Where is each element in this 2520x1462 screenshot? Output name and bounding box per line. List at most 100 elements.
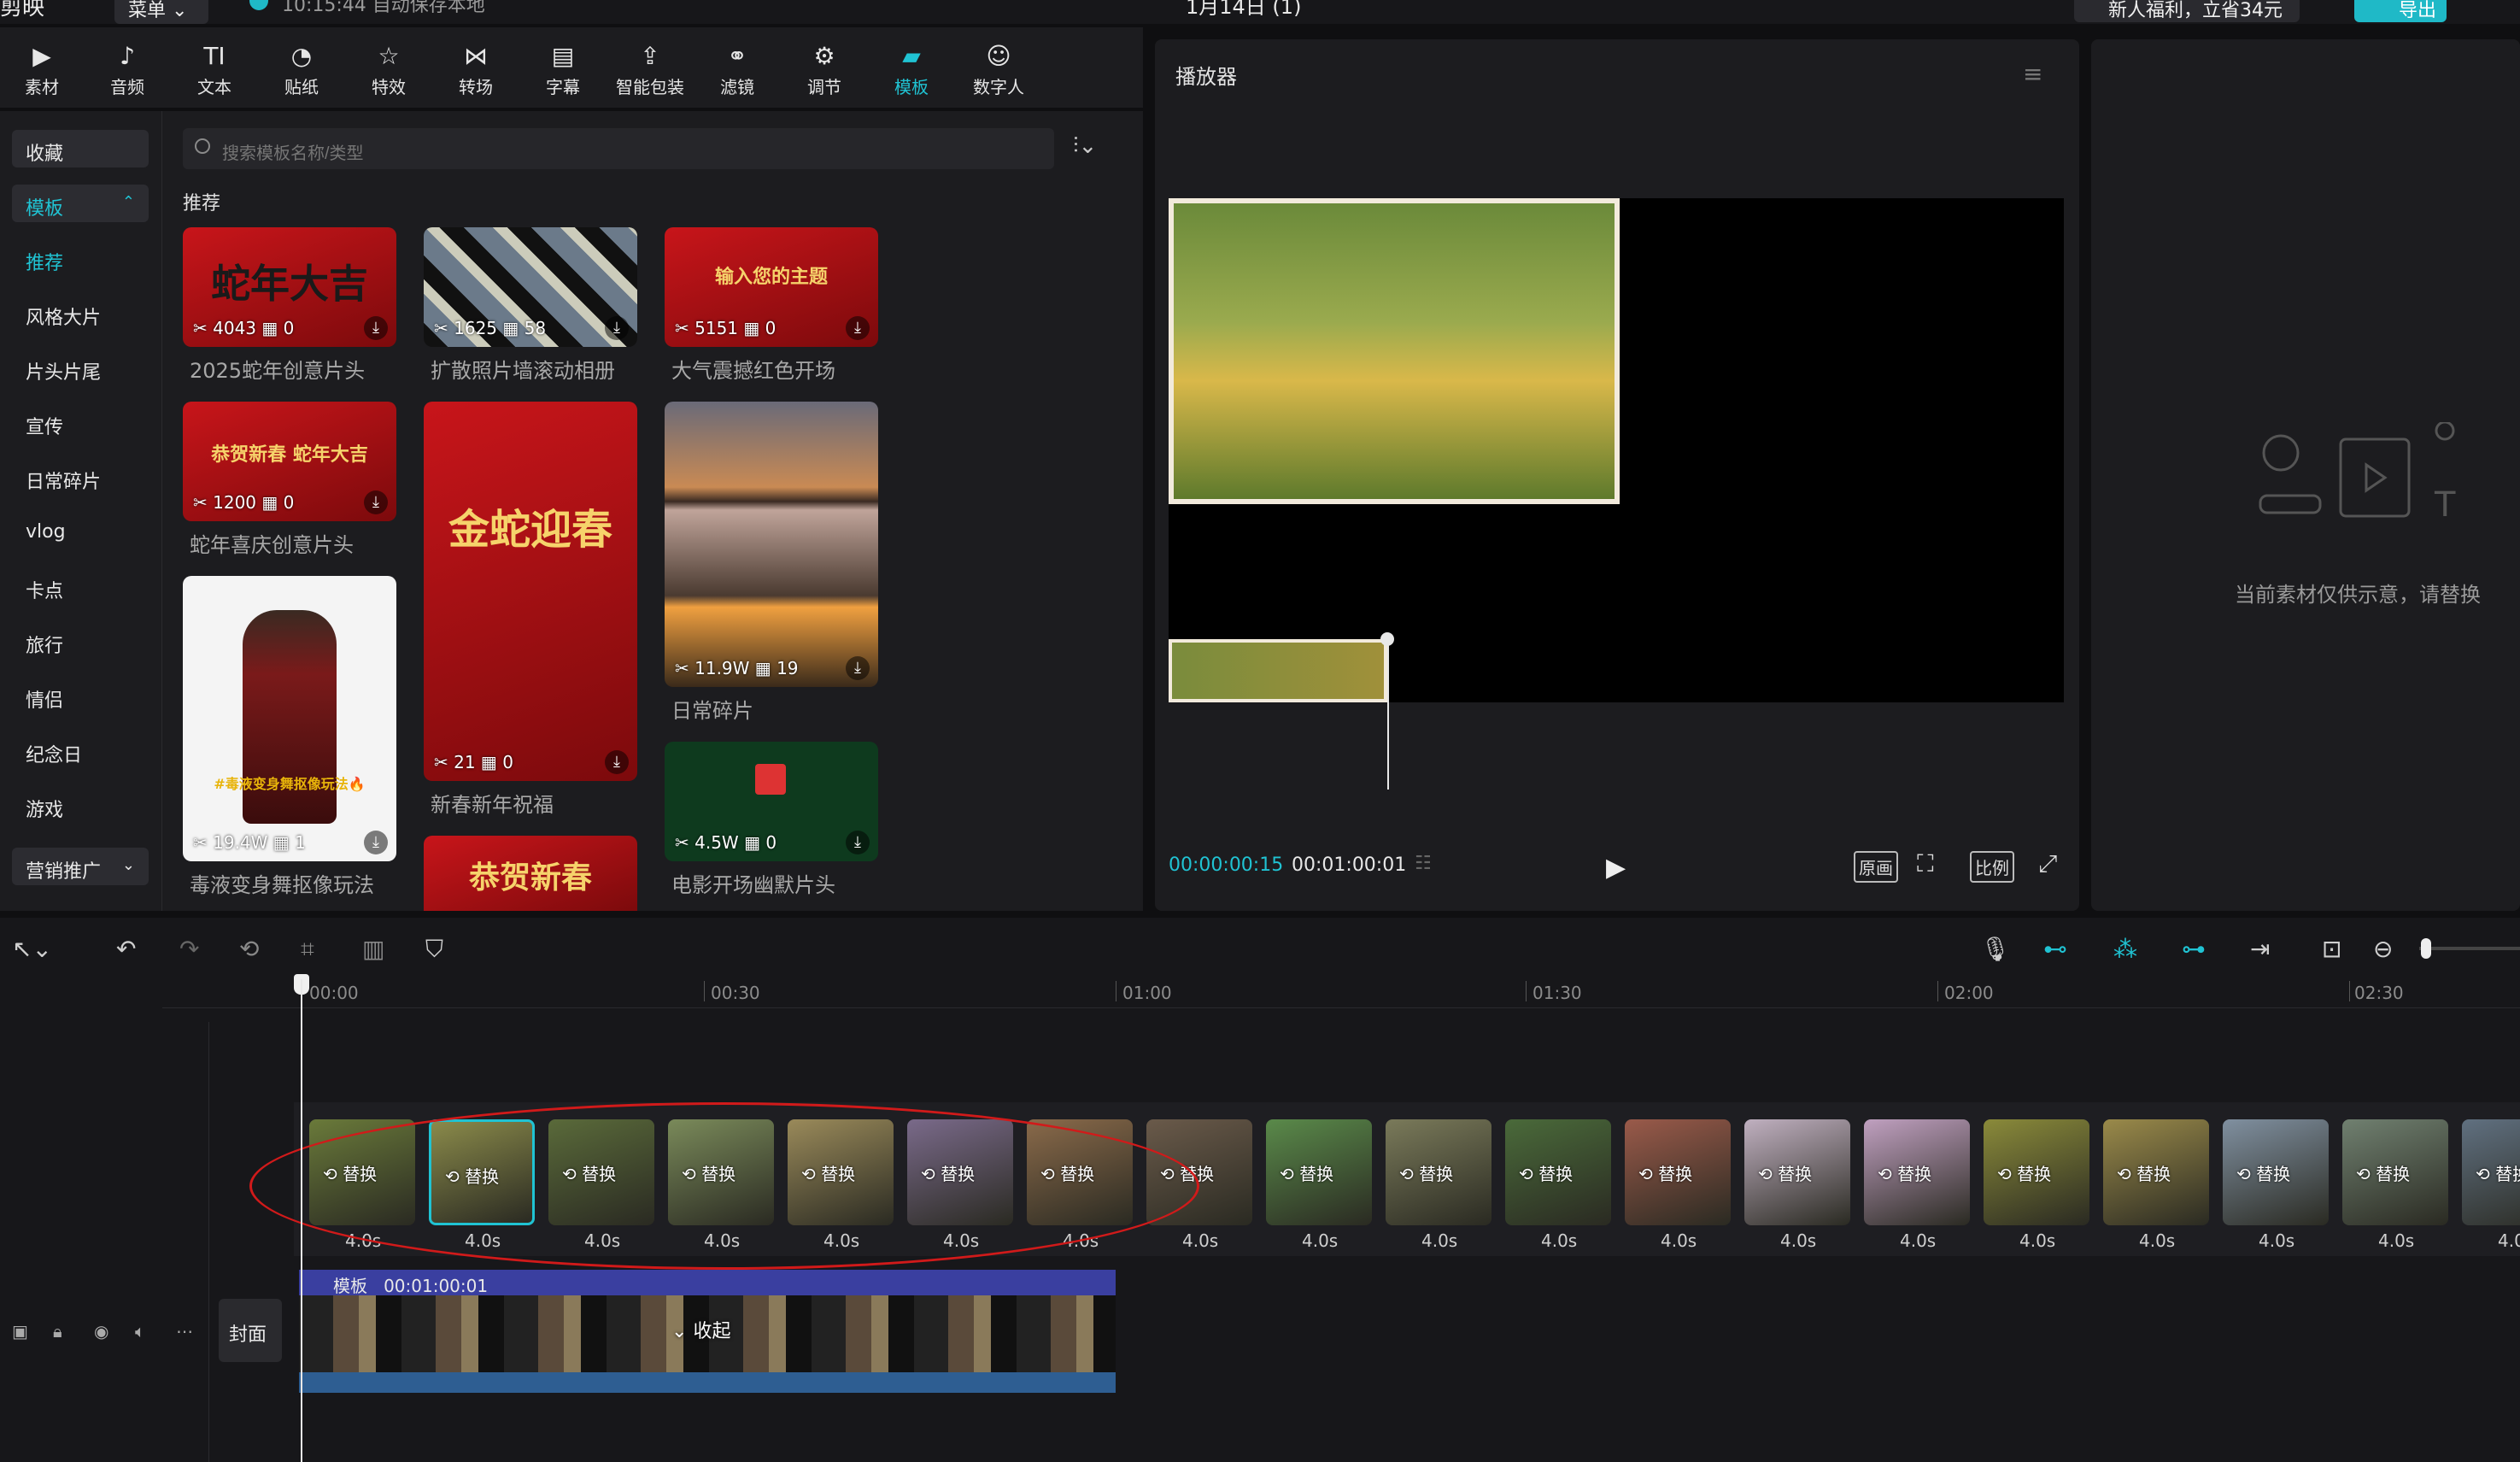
replace-clip[interactable]: ⟲ 替换 — [1984, 1119, 2089, 1225]
tool-avatar[interactable]: ☺ 数字人 — [960, 27, 1037, 108]
replace-clip[interactable]: ⟲ 替换 — [1744, 1119, 1850, 1225]
timecode-grid-icon[interactable]: ☷ — [1415, 853, 1432, 874]
replace-clip[interactable]: ⟲ 替换 — [1864, 1119, 1970, 1225]
tool-media[interactable]: ▶ 素材 — [3, 27, 80, 108]
download-icon[interactable]: ⤓ — [364, 316, 388, 340]
sidebar-templates[interactable]: 模板 ⌃ — [12, 185, 149, 222]
time-ruler[interactable] — [162, 974, 2520, 1008]
original-quality-button[interactable]: 原画 — [1854, 851, 1898, 883]
sidebar-item-anniversary[interactable]: 纪念日 — [12, 731, 149, 769]
download-icon[interactable]: ⤓ — [846, 316, 870, 340]
sidebar-item-promo[interactable]: 宣传 — [12, 403, 149, 441]
lock-icon[interactable]: 🔒︎ — [53, 1321, 62, 1342]
redo-icon[interactable]: ↷ — [179, 935, 199, 963]
undo-icon[interactable]: ↶ — [116, 935, 136, 963]
download-icon[interactable]: ⤓ — [846, 831, 870, 854]
replace-clip[interactable]: ⟲ 替换 — [1386, 1119, 1491, 1225]
select-tool-icon[interactable]: ↖⌄ — [12, 935, 52, 963]
download-icon[interactable]: ⤓ — [605, 750, 629, 774]
tool-filter[interactable]: ⚭ 滤镜 — [699, 27, 776, 108]
preview-photo-small[interactable] — [1169, 639, 1387, 702]
template-search-input[interactable] — [183, 128, 1054, 169]
download-icon[interactable]: ⤓ — [364, 490, 388, 514]
tool-sticker[interactable]: ◔ 贴纸 — [263, 27, 340, 108]
template-card[interactable]: 恭贺新春 蛇年大吉 ✂ 1200 ▦ 0 ⤓ — [183, 402, 396, 521]
zoom-out-icon[interactable]: ⊖ — [2373, 935, 2393, 963]
tool-adjust[interactable]: ⚙ 调节 — [786, 27, 863, 108]
sidebar-item-game[interactable]: 游戏 — [12, 786, 149, 824]
ratio-button[interactable]: 比例 — [1970, 851, 2014, 883]
tool-text[interactable]: TI 文本 — [176, 27, 253, 108]
track-video-icon[interactable]: ▣ — [12, 1321, 28, 1342]
replace-clip[interactable]: ⟲ 替换 — [2103, 1119, 2209, 1225]
frame-icon[interactable]: ▥ — [362, 935, 384, 963]
cover-button[interactable]: 封面 — [219, 1299, 282, 1362]
replace-clip[interactable]: ⟲ 替换 — [2462, 1119, 2520, 1225]
template-card[interactable]: 蛇年大吉 ✂ 4043 ▦ 0 ⤓ — [183, 227, 396, 347]
collapse-button[interactable]: ⌄ 收起 — [671, 1316, 730, 1343]
sidebar-item-beat[interactable]: 卡点 — [12, 567, 149, 605]
filter-sort-icon[interactable]: ⫶⌄ — [1073, 133, 1097, 160]
sidebar-item-couple[interactable]: 情侣 — [12, 677, 149, 714]
volume-icon[interactable]: 🔈︎ — [135, 1321, 145, 1342]
sidebar-marketing[interactable]: 营销推广 ⌄ — [12, 848, 149, 885]
sidebar-item-recommend[interactable]: 推荐 — [12, 239, 149, 277]
menu-button[interactable]: 菜单 ⌄ — [114, 0, 208, 24]
template-card[interactable]: ✂ 4.5W ▦ 0 ⤓ — [665, 742, 878, 861]
fullscreen-icon[interactable]: ⤢ — [2038, 849, 2057, 878]
loop-icon[interactable]: ⟲ — [239, 935, 259, 963]
download-icon[interactable]: ⤓ — [364, 831, 388, 854]
template-card[interactable]: 金蛇迎春 ✂ 21 ▦ 0 ⤓ — [424, 402, 637, 781]
sidebar-item-intro-outro[interactable]: 片头片尾 — [12, 349, 149, 386]
sidebar-item-style[interactable]: 风格大片 — [12, 294, 149, 332]
tool-audio[interactable]: ♪ 音频 — [89, 27, 166, 108]
marker-icon[interactable]: ⛉ — [425, 935, 443, 964]
template-card[interactable]: #毒液变身舞抠像玩法🔥 ✂ 19.4W ▦ 1 ⤓ — [183, 576, 396, 861]
promo-button[interactable]: 新人福利，立省34元 — [2074, 0, 2300, 22]
document-title[interactable]: 1月14日 (1) — [1186, 0, 1301, 20]
replace-clip[interactable]: ⟲ 替换 — [1625, 1119, 1731, 1225]
more-icon[interactable]: ⋯ — [176, 1321, 193, 1342]
eye-icon[interactable]: ◉ — [94, 1321, 108, 1342]
zoom-slider[interactable] — [2419, 947, 2520, 950]
crop-focus-icon[interactable]: ⛶ — [1917, 849, 1934, 878]
download-icon[interactable]: ⤓ — [605, 316, 629, 340]
auto-snap-icon[interactable]: ⁂ — [2113, 935, 2137, 963]
tool-smart-pack[interactable]: ⇪ 智能包装 — [612, 27, 689, 108]
preview-photo[interactable] — [1169, 198, 1620, 504]
menu-icon[interactable]: ≡ — [2023, 60, 2042, 88]
replace-clip[interactable]: ⟲ 替换 — [1505, 1119, 1611, 1225]
sidebar-collect[interactable]: 收藏 — [12, 130, 149, 167]
sidebar-item-daily[interactable]: 日常碎片 — [12, 458, 149, 496]
microphone-icon[interactable]: 🎙 — [1980, 935, 2011, 963]
anchor-handle[interactable] — [1380, 632, 1394, 646]
crop-icon[interactable]: ⌗ — [301, 935, 314, 964]
tool-effects[interactable]: ☆ 特效 — [350, 27, 427, 108]
playhead-line[interactable] — [301, 979, 302, 1462]
download-icon[interactable]: ⤓ — [846, 656, 870, 680]
card-title: 新春新年祝福 — [431, 793, 554, 817]
template-card[interactable]: 输入您的主题 ✂ 5151 ▦ 0 ⤓ — [665, 227, 878, 347]
replace-clip[interactable]: ⟲ 替换 — [2342, 1119, 2448, 1225]
play-icon[interactable]: ▶ — [1606, 853, 1626, 883]
transition-icon: ⋈ — [464, 42, 488, 70]
export-button[interactable]: 导出 — [2354, 0, 2447, 22]
tool-subtitle[interactable]: ▤ 字幕 — [525, 27, 601, 108]
template-card[interactable]: 恭贺新春 — [424, 836, 637, 911]
preview-axis-icon[interactable]: ⇥ — [2250, 935, 2270, 963]
template-card[interactable]: ✂ 1625 ▦ 58 ⤓ — [424, 227, 637, 347]
tool-transition[interactable]: ⋈ 转场 — [437, 27, 514, 108]
clip-duration: 4.0s — [2259, 1230, 2295, 1251]
replace-clip[interactable]: ⟲ 替换 — [2223, 1119, 2329, 1225]
tool-template[interactable]: ▰ 模板 — [873, 27, 950, 108]
template-clip-header[interactable]: 模板 00:01:00:01 — [299, 1270, 1116, 1296]
template-card[interactable]: ✂ 11.9W ▦ 19 ⤓ — [665, 402, 878, 687]
replace-clip[interactable]: ⟲ 替换 — [1266, 1119, 1372, 1225]
card-title: 电影开场幽默片头 — [671, 873, 835, 897]
sidebar-item-vlog[interactable]: vlog — [12, 513, 149, 550]
main-track-magnet-icon[interactable]: ⊷ — [2043, 935, 2067, 963]
linkage-icon[interactable]: ⊶ — [2182, 935, 2206, 963]
zoom-fit-icon[interactable]: ⊡ — [2322, 935, 2341, 963]
sidebar-item-travel[interactable]: 旅行 — [12, 622, 149, 660]
zoom-slider-handle[interactable] — [2421, 938, 2431, 959]
